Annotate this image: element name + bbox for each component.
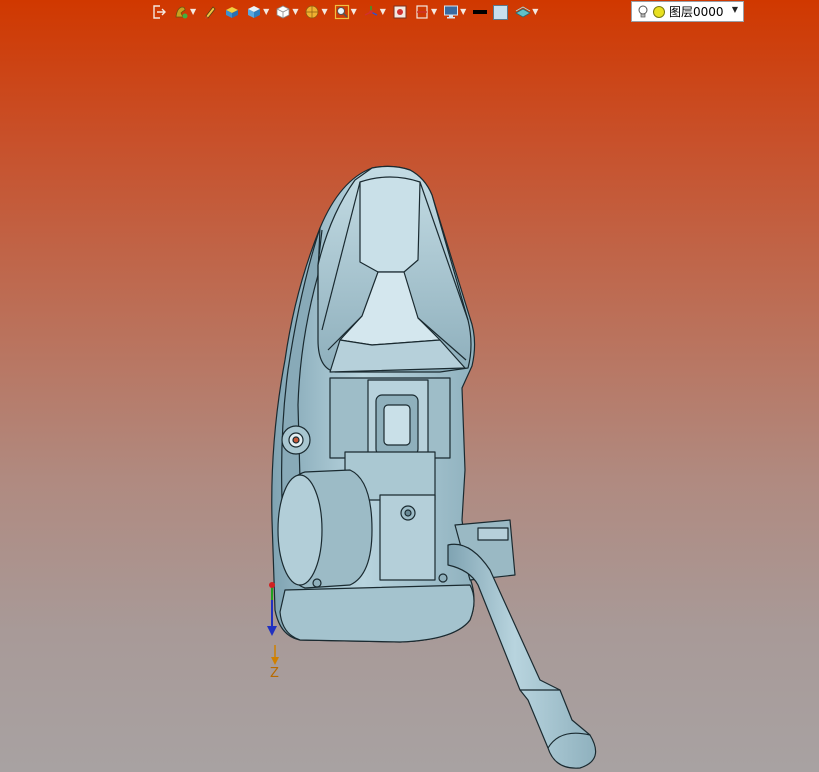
layer-color-indicator	[653, 5, 665, 18]
chevron-down-icon: ▼	[190, 7, 197, 16]
light-bulb-icon	[638, 5, 648, 17]
zoom-fit-button[interactable]: ▼	[333, 2, 358, 22]
section-icon	[416, 5, 428, 19]
zoom-fit-icon	[334, 4, 349, 20]
chevron-down-icon: ▼	[460, 7, 467, 16]
line-color-icon[interactable]	[473, 10, 488, 14]
exit-button[interactable]	[150, 2, 168, 22]
chevron-down-icon: ▼	[350, 7, 357, 16]
wireframe-cube-button[interactable]: ▼	[274, 2, 299, 22]
view-cube-icon	[248, 6, 261, 18]
axis-triad-button[interactable]: ▼	[362, 2, 387, 22]
fill-color-icon[interactable]	[493, 4, 509, 20]
chevron-down-icon: ▼	[532, 7, 539, 16]
pen-button[interactable]	[201, 2, 219, 22]
solid-box-button[interactable]	[223, 2, 241, 22]
wireframe-cube-icon	[276, 5, 290, 19]
layer-plane-icon	[515, 6, 532, 18]
layer-plane-button[interactable]: ▼	[514, 2, 539, 22]
monitor-icon	[444, 5, 459, 19]
view-toolbar: ▼ ▼ ▼ ▼ ▼ ▼ ▼ ▼ ▼	[150, 2, 543, 22]
chevron-down-icon: ▼	[430, 7, 438, 16]
chevron-down-icon: ▼	[292, 7, 299, 16]
chevron-down-icon: ▼	[379, 7, 386, 16]
snap-button[interactable]: ▼	[172, 2, 197, 22]
section-button[interactable]: ▼	[413, 2, 438, 22]
frame-button[interactable]	[391, 2, 409, 22]
snap-icon	[175, 6, 188, 19]
render-sphere-button[interactable]: ▼	[303, 2, 328, 22]
render-sphere-icon	[306, 5, 319, 19]
layer-label: 图层0000	[669, 5, 724, 19]
axis-triad-icon	[364, 6, 378, 16]
3d-viewport[interactable]	[0, 0, 819, 772]
chevron-down-icon: ▼	[263, 7, 270, 16]
solid-box-icon	[226, 7, 239, 18]
cad-model[interactable]	[271, 165, 597, 769]
pen-icon	[205, 6, 216, 19]
exit-icon	[153, 5, 166, 19]
chevron-down-icon: ▼	[321, 7, 328, 16]
view-cube-button[interactable]: ▼	[245, 2, 270, 22]
chevron-down-icon: ▼	[731, 5, 738, 14]
layer-select[interactable]: 图层0000 ▼	[631, 1, 744, 22]
z-axis-label: Z	[270, 666, 279, 681]
monitor-button[interactable]: ▼	[442, 2, 467, 22]
frame-icon	[393, 5, 407, 19]
